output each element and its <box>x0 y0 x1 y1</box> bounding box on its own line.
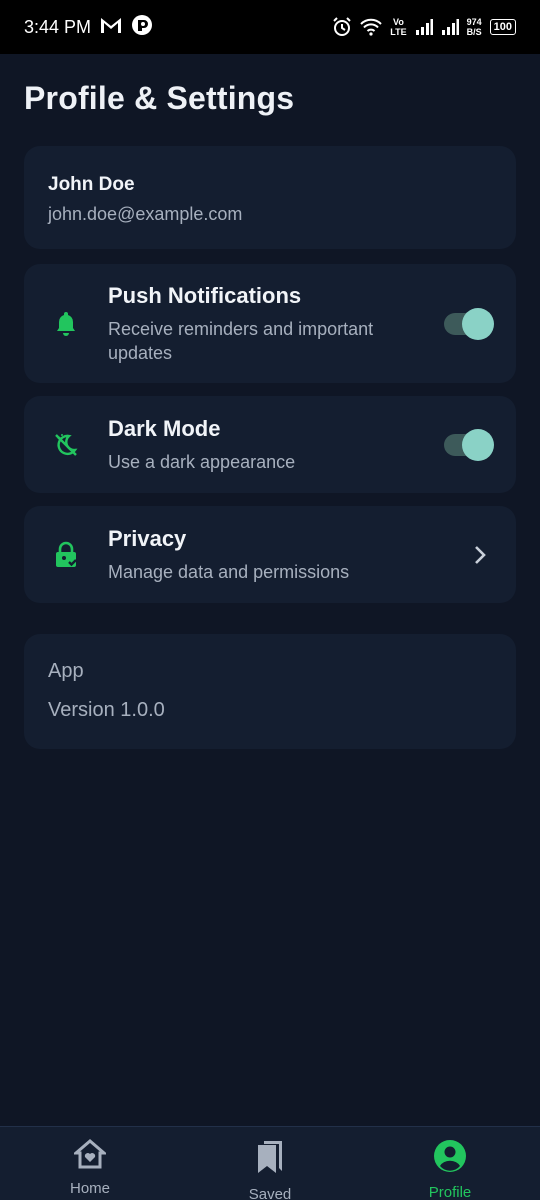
dark-mode-setting[interactable]: Dark Mode Use a dark appearance <box>24 396 516 493</box>
wifi-icon <box>360 18 382 36</box>
nav-saved-label: Saved <box>248 1186 292 1200</box>
privacy-setting[interactable]: Privacy Manage data and permissions <box>24 506 516 603</box>
nav-home[interactable]: Home <box>0 1127 180 1200</box>
chevron-right-icon <box>468 543 492 567</box>
profile-email: john.doe@example.com <box>48 204 243 224</box>
dark-mode-icon <box>52 431 80 459</box>
dark-mode-description: Use a dark appearance <box>108 451 296 472</box>
privacy-description: Manage data and permissions <box>108 561 350 582</box>
nav-home-label: Home <box>69 1180 110 1197</box>
battery-indicator: 100 <box>489 19 516 35</box>
nav-saved[interactable]: Saved <box>180 1127 360 1200</box>
network-speed-unit: B/S <box>466 27 482 37</box>
app-version: Version 1.0.0 <box>48 699 165 721</box>
volte-label-bottom: LTE <box>390 27 407 37</box>
push-notifications-setting[interactable]: Push Notifications Receive reminders and… <box>24 264 516 383</box>
signal-icon <box>415 19 433 35</box>
status-time: 3:44 PM <box>24 16 92 37</box>
profile-name: John Doe <box>48 174 135 195</box>
toggle-knob <box>462 307 494 340</box>
network-speed: 974 B/S <box>467 17 482 37</box>
profile-icon <box>433 1139 467 1178</box>
bookmark-icon <box>254 1139 286 1180</box>
dark-mode-title: Dark Mode <box>108 415 221 441</box>
app-label: App <box>48 660 84 682</box>
volte-label-top: Vo <box>393 17 404 27</box>
push-notifications-description: Receive reminders and important updates <box>108 318 374 363</box>
page-title: Profile & Settings <box>24 80 295 116</box>
nav-profile[interactable]: Profile <box>360 1127 540 1200</box>
profile-card[interactable]: John Doe john.doe@example.com <box>24 146 516 249</box>
volte-indicator: Vo LTE <box>390 17 406 37</box>
push-notifications-toggle[interactable] <box>444 307 494 340</box>
home-icon <box>71 1139 109 1174</box>
bottom-navigation: Home Saved Profile <box>0 1126 540 1200</box>
dark-mode-toggle[interactable] <box>444 428 494 461</box>
app-info-card: App Version 1.0.0 <box>24 634 516 749</box>
network-speed-value: 974 <box>466 17 482 27</box>
nav-profile-label: Profile <box>428 1184 472 1200</box>
push-notifications-title: Push Notifications <box>108 282 302 308</box>
privacy-title: Privacy <box>108 525 187 551</box>
bell-icon <box>52 310 80 338</box>
app-notification-icon <box>131 14 153 41</box>
toggle-knob <box>462 428 494 461</box>
status-bar: 3:44 PM Vo LTE 974 B/S 100 <box>0 0 540 54</box>
alarm-icon <box>332 17 352 37</box>
gmail-icon <box>99 15 123 40</box>
lock-icon <box>52 541 80 569</box>
signal-icon-2 <box>441 19 459 35</box>
